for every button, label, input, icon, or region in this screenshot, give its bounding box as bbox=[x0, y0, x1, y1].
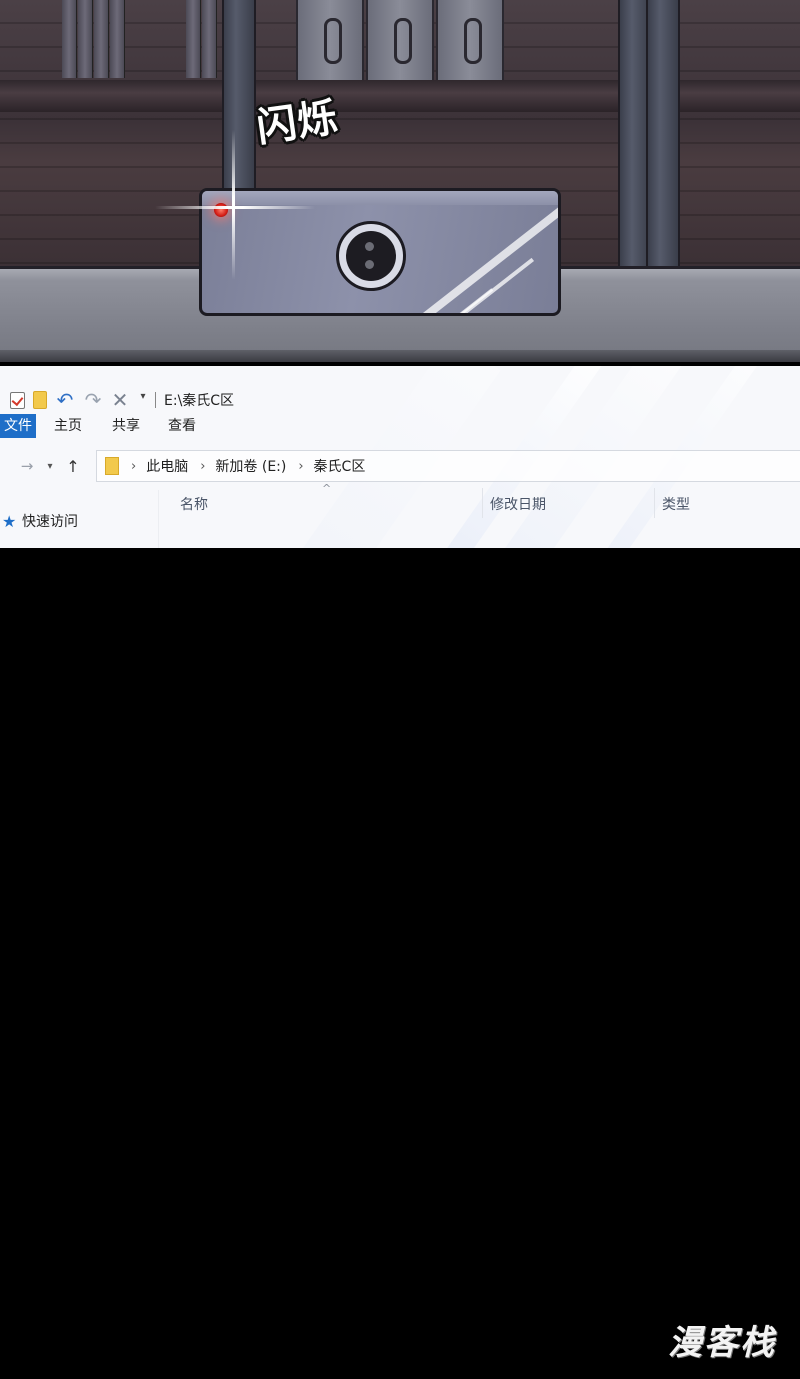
chevron-right-icon[interactable]: › bbox=[298, 459, 303, 474]
column-headers: ^ 名称 修改日期 类型 bbox=[0, 482, 800, 520]
customize-dropdown-icon[interactable]: ▾ bbox=[137, 391, 149, 409]
book-spine bbox=[202, 0, 217, 78]
forward-arrow-icon[interactable]: → bbox=[14, 457, 40, 475]
column-header-date-modified[interactable]: 修改日期 bbox=[490, 494, 546, 514]
tab-share[interactable]: 共享 bbox=[98, 414, 154, 438]
sidebar-item-label: 快速访问 bbox=[22, 514, 78, 530]
sound-effect-text: 闪烁 bbox=[253, 94, 342, 152]
sparkle-icon bbox=[232, 130, 235, 280]
book-spine bbox=[186, 0, 201, 78]
address-bar[interactable]: › 此电脑 › 新加卷 (E:) › 秦氏C区 bbox=[96, 450, 800, 482]
title-bar: ↶ ↷ ✕ ▾ E:\秦氏C区 bbox=[0, 386, 800, 414]
tab-file[interactable]: 文件 bbox=[0, 414, 36, 438]
binder bbox=[366, 0, 434, 82]
recent-locations-chevron-icon[interactable]: ▾ bbox=[40, 461, 60, 472]
column-header-type[interactable]: 类型 bbox=[662, 494, 690, 514]
ribbon-tabs: 文件 主页 共享 查看 bbox=[0, 414, 800, 438]
properties-icon[interactable] bbox=[10, 391, 25, 409]
watermark-logo: 漫客栈 bbox=[668, 1323, 776, 1363]
folder-icon bbox=[105, 457, 119, 475]
star-icon: ★ bbox=[2, 511, 17, 531]
column-header-name[interactable]: 名称 bbox=[180, 494, 208, 514]
chevron-right-icon[interactable]: › bbox=[200, 459, 205, 474]
webcam-lens bbox=[336, 221, 406, 291]
window-title: E:\秦氏C区 bbox=[164, 393, 235, 409]
tab-home[interactable]: 主页 bbox=[38, 414, 98, 438]
glare-streak bbox=[414, 196, 558, 313]
sidebar-item-quick-access[interactable]: ★ 快速访问 bbox=[2, 510, 78, 532]
breadcrumb-current-folder[interactable]: 秦氏C区 bbox=[314, 456, 366, 476]
binder bbox=[296, 0, 364, 82]
shelf-post bbox=[646, 0, 680, 275]
binder bbox=[436, 0, 504, 82]
book-spine bbox=[78, 0, 93, 78]
breadcrumb-drive-e[interactable]: 新加卷 (E:) bbox=[215, 456, 286, 476]
file-explorer-window: ↶ ↷ ✕ ▾ E:\秦氏C区 文件 主页 共享 查看 → ▾ ↑ › 此电脑 … bbox=[0, 366, 800, 548]
comic-panel: 闪烁 bbox=[0, 0, 800, 362]
undo-icon[interactable]: ↶ bbox=[55, 390, 75, 410]
chevron-right-icon[interactable]: › bbox=[131, 459, 136, 474]
breadcrumb-this-pc[interactable]: 此电脑 bbox=[146, 456, 188, 476]
book-spine bbox=[94, 0, 109, 78]
column-divider[interactable] bbox=[482, 488, 483, 518]
title-separator bbox=[155, 392, 156, 408]
glare-streak bbox=[333, 288, 494, 313]
navigation-bar: → ▾ ↑ › 此电脑 › 新加卷 (E:) › 秦氏C区 bbox=[0, 450, 800, 482]
delete-icon[interactable]: ✕ bbox=[111, 390, 129, 410]
sparkle-icon bbox=[155, 206, 315, 209]
column-divider[interactable] bbox=[654, 488, 655, 518]
sort-ascending-icon: ^ bbox=[322, 482, 332, 495]
book-spine bbox=[62, 0, 77, 78]
shelf-board bbox=[0, 80, 800, 112]
new-folder-icon[interactable] bbox=[33, 391, 47, 409]
tab-view[interactable]: 查看 bbox=[154, 414, 210, 438]
redo-icon[interactable]: ↷ bbox=[83, 390, 103, 410]
book-spine bbox=[110, 0, 125, 78]
desk-edge bbox=[0, 350, 800, 362]
up-arrow-icon[interactable]: ↑ bbox=[60, 457, 86, 476]
